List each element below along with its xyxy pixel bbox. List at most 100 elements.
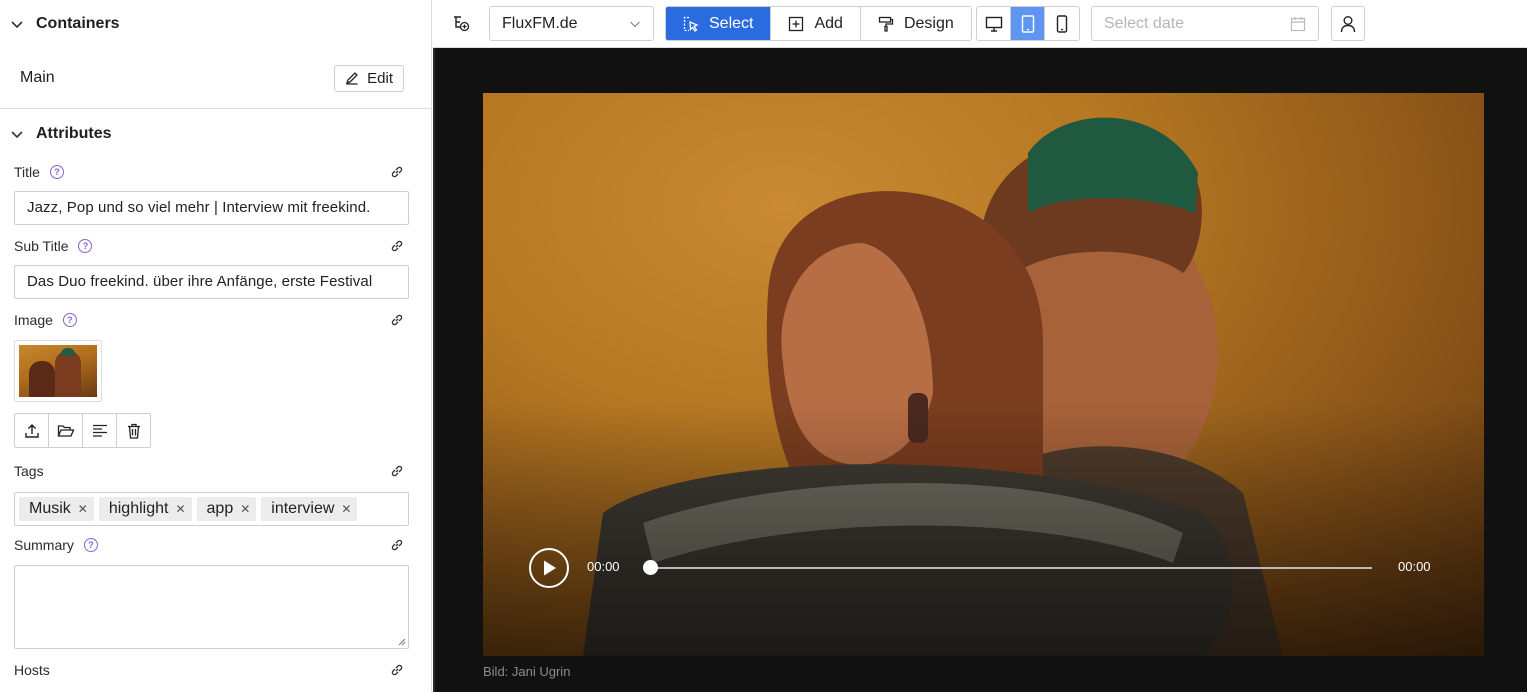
link-icon[interactable] [390, 165, 404, 179]
summary-textarea[interactable] [14, 565, 409, 649]
mobile-icon [1056, 14, 1068, 33]
link-icon[interactable] [390, 663, 404, 677]
current-time: 00:00 [587, 559, 620, 574]
pencil-icon [346, 72, 359, 85]
desktop-view-button[interactable] [977, 7, 1011, 40]
design-mode-button[interactable]: Design [860, 7, 971, 40]
hero-image[interactable]: 00:00 00:00 [483, 93, 1484, 656]
total-time: 00:00 [1398, 559, 1431, 574]
tag-label: Musik [29, 500, 71, 517]
tags-field-header: Tags [0, 458, 431, 484]
device-switcher [976, 6, 1080, 41]
image-label: Image [14, 312, 53, 328]
structure-button[interactable] [451, 13, 471, 33]
remove-tag-icon[interactable]: ✕ [175, 502, 185, 516]
link-icon[interactable] [390, 538, 404, 552]
site-select-value: FluxFM.de [502, 14, 578, 32]
title-label: Title [14, 164, 40, 180]
play-button[interactable] [529, 548, 569, 588]
subtitle-label: Sub Title [14, 238, 69, 254]
image-thumbnail[interactable] [14, 340, 102, 402]
attributes-section-header[interactable]: Attributes [0, 109, 431, 159]
link-icon[interactable] [390, 464, 404, 478]
image-caption: Bild: Jani Ugrin [483, 664, 571, 679]
tag-chip: highlight ✕ [98, 497, 192, 521]
subtitle-field-header: Sub Title ? [0, 233, 431, 259]
trash-icon [127, 423, 140, 439]
add-square-icon [789, 16, 804, 31]
chevron-down-icon [630, 21, 640, 27]
tag-chip: Musik ✕ [19, 497, 94, 521]
tag-chip: interview ✕ [261, 497, 358, 521]
folder-open-icon [57, 424, 74, 437]
delete-button[interactable] [117, 414, 150, 447]
user-icon [1340, 15, 1356, 32]
date-picker[interactable]: Select date [1091, 6, 1319, 41]
tag-chip: app ✕ [196, 497, 257, 521]
remove-tag-icon[interactable]: ✕ [240, 502, 250, 516]
sidebar: Containers Main Edit Attributes Title ? … [0, 0, 432, 692]
top-toolbar: FluxFM.de Select Add Design Select date [433, 0, 1527, 48]
upload-icon [24, 423, 39, 438]
edit-button[interactable]: Edit [334, 64, 404, 92]
summary-label: Summary [14, 537, 74, 553]
tree-add-icon [454, 16, 470, 32]
hosts-field-header: Hosts [0, 657, 431, 683]
subtitle-input[interactable]: Das Duo freekind. über ihre Anfänge, ers… [14, 265, 409, 299]
container-label: Main [20, 69, 55, 86]
help-icon[interactable]: ? [49, 165, 64, 179]
hosts-label: Hosts [14, 662, 50, 678]
tag-label: interview [271, 500, 335, 517]
tags-input[interactable]: Musik ✕ highlight ✕ app ✕ interview ✕ [14, 492, 409, 526]
select-mode-button[interactable]: Select [666, 7, 772, 40]
select-mode-label: Select [709, 14, 754, 32]
progress-track[interactable] [643, 560, 1372, 575]
select-cursor-icon [683, 16, 699, 32]
image-toolbar [14, 413, 151, 448]
resize-handle-icon[interactable] [398, 638, 406, 646]
remove-tag-icon[interactable]: ✕ [78, 502, 88, 516]
design-mode-label: Design [903, 14, 954, 32]
user-menu-button[interactable] [1331, 6, 1365, 41]
date-placeholder: Select date [1104, 14, 1185, 32]
desktop-icon [985, 16, 1002, 32]
summary-field-header: Summary ? [0, 532, 431, 558]
help-icon[interactable]: ? [83, 538, 98, 552]
title-field-header: Title ? [0, 159, 431, 185]
containers-title: Containers [36, 15, 120, 32]
browse-button[interactable] [49, 414, 83, 447]
add-mode-label: Add [814, 14, 843, 32]
tag-label: highlight [108, 500, 169, 517]
help-icon[interactable]: ? [78, 239, 93, 253]
chevron-down-icon [11, 21, 23, 29]
chevron-down-icon [11, 131, 23, 139]
tags-label: Tags [14, 463, 44, 479]
paint-roller-icon [878, 16, 894, 32]
mobile-view-button[interactable] [1045, 7, 1079, 40]
link-icon[interactable] [390, 313, 404, 327]
containers-section-header[interactable]: Containers [0, 0, 431, 48]
upload-button[interactable] [15, 414, 49, 447]
remove-tag-icon[interactable]: ✕ [341, 502, 351, 516]
help-icon[interactable]: ? [62, 313, 77, 327]
calendar-icon [1290, 16, 1306, 31]
mode-switcher: Select Add Design [665, 6, 972, 41]
editor-app: Containers Main Edit Attributes Title ? … [0, 0, 1527, 692]
align-left-icon [92, 424, 107, 437]
image-field-header: Image ? [0, 307, 431, 333]
add-mode-button[interactable]: Add [771, 7, 861, 40]
page-preview: 00:00 00:00 Bild: Jani Ugrin [433, 48, 1527, 692]
thumbnail-image [19, 345, 97, 397]
attributes-title: Attributes [36, 125, 112, 142]
container-row-main: Main Edit [0, 48, 431, 109]
edit-button-label: Edit [367, 69, 393, 87]
audio-player: 00:00 00:00 [529, 548, 1439, 588]
link-icon[interactable] [390, 239, 404, 253]
align-button[interactable] [83, 414, 117, 447]
tablet-icon [1021, 14, 1034, 33]
site-select[interactable]: FluxFM.de [489, 6, 654, 41]
title-input[interactable]: Jazz, Pop und so viel mehr | Interview m… [14, 191, 409, 225]
tablet-view-button[interactable] [1011, 7, 1045, 40]
tag-label: app [206, 500, 234, 517]
progress-knob[interactable] [643, 560, 658, 575]
